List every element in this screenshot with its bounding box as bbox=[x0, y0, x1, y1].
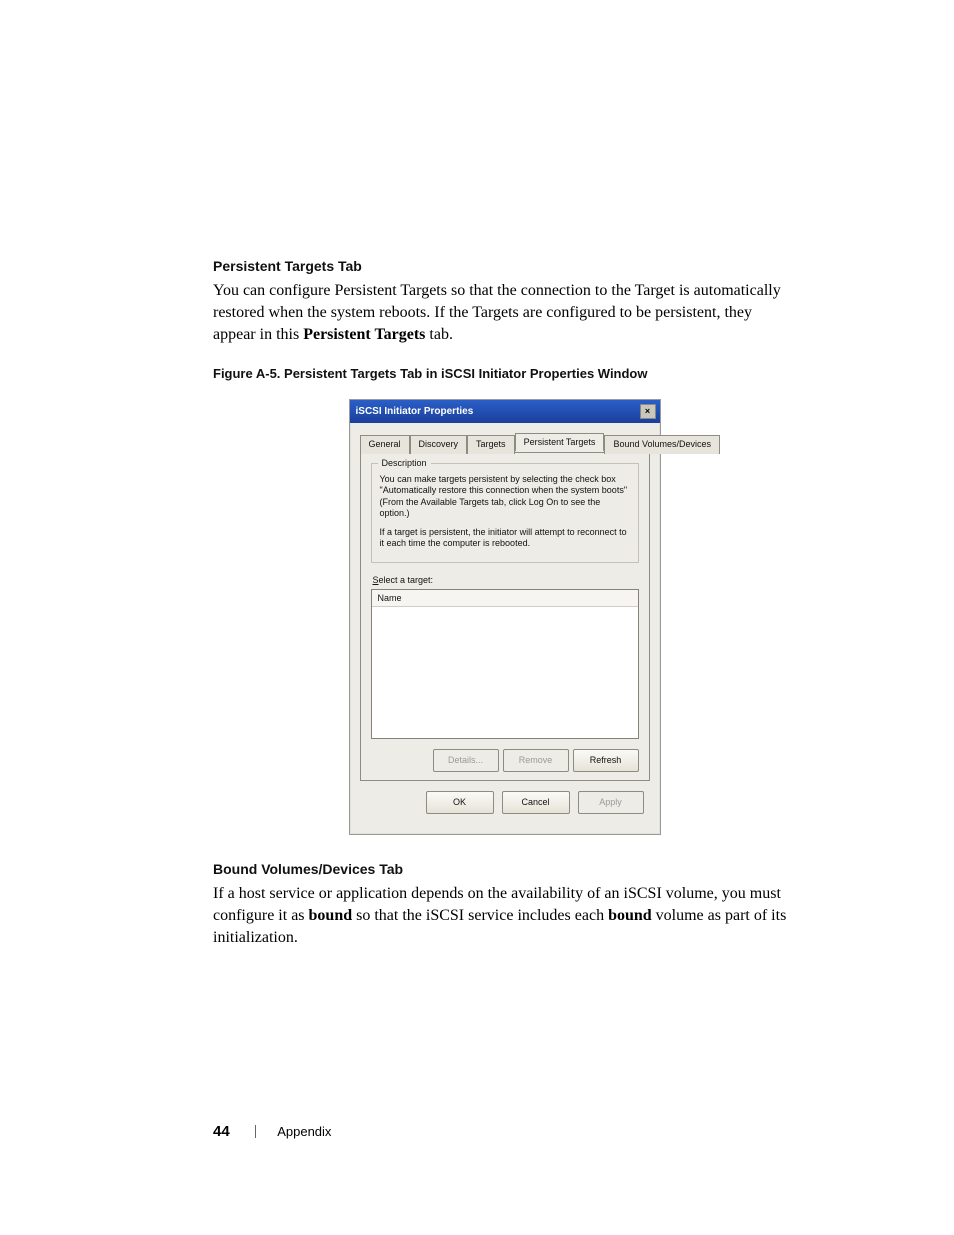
description-paragraph-2: If a target is persistent, the initiator… bbox=[380, 527, 630, 550]
bound-para-bold-2: bound bbox=[608, 907, 652, 924]
persistent-targets-heading: Persistent Targets Tab bbox=[213, 258, 796, 274]
list-action-buttons: Details... Remove Refresh bbox=[371, 749, 639, 772]
dialog-title-text: iSCSI Initiator Properties bbox=[356, 406, 474, 417]
tab-discovery[interactable]: Discovery bbox=[410, 435, 468, 454]
bound-para-mid: so that the iSCSI service includes each bbox=[352, 907, 608, 924]
description-legend: Description bbox=[378, 458, 431, 468]
figure-caption: Figure A-5. Persistent Targets Tab in iS… bbox=[213, 366, 796, 381]
tab-persistent-targets[interactable]: Persistent Targets bbox=[515, 433, 605, 452]
persistent-para-post: tab. bbox=[425, 326, 453, 343]
description-paragraph-1: You can make targets persistent by selec… bbox=[380, 474, 630, 519]
bound-volumes-paragraph: If a host service or application depends… bbox=[213, 883, 796, 949]
bound-volumes-heading: Bound Volumes/Devices Tab bbox=[213, 861, 796, 877]
footer-section: Appendix bbox=[277, 1124, 331, 1139]
bound-para-bold-1: bound bbox=[309, 907, 353, 924]
dialog-bottom-buttons: OK Cancel Apply bbox=[360, 781, 650, 824]
dialog-body: General Discovery Targets Persistent Tar… bbox=[350, 423, 660, 834]
footer-separator bbox=[255, 1125, 256, 1138]
select-target-label: Select a target: bbox=[373, 575, 639, 585]
apply-button: Apply bbox=[578, 791, 644, 814]
page: Persistent Targets Tab You can configure… bbox=[0, 0, 954, 1235]
ok-button[interactable]: OK bbox=[426, 791, 494, 814]
tab-bound-volumes[interactable]: Bound Volumes/Devices bbox=[604, 435, 720, 454]
dialog-tabs: General Discovery Targets Persistent Tar… bbox=[360, 433, 650, 452]
persistent-targets-paragraph: You can configure Persistent Targets so … bbox=[213, 280, 796, 346]
cancel-button[interactable]: Cancel bbox=[502, 791, 570, 814]
select-target-rest: elect a target: bbox=[379, 575, 434, 585]
tab-general[interactable]: General bbox=[360, 435, 410, 454]
dialog-titlebar: iSCSI Initiator Properties × bbox=[350, 400, 660, 423]
persistent-para-bold: Persistent Targets bbox=[303, 326, 425, 343]
remove-button: Remove bbox=[503, 749, 569, 772]
tab-panel-persistent: Description You can make targets persist… bbox=[360, 452, 650, 781]
close-icon[interactable]: × bbox=[640, 404, 656, 419]
persistent-para-pre: You can configure Persistent Targets so … bbox=[213, 282, 781, 343]
details-button: Details... bbox=[433, 749, 499, 772]
page-footer: 44 Appendix bbox=[213, 1123, 331, 1140]
description-groupbox: Description You can make targets persist… bbox=[371, 463, 639, 563]
page-number: 44 bbox=[213, 1123, 230, 1140]
refresh-button[interactable]: Refresh bbox=[573, 749, 639, 772]
tab-targets[interactable]: Targets bbox=[467, 435, 515, 454]
iscsi-properties-dialog: iSCSI Initiator Properties × General Dis… bbox=[349, 399, 661, 835]
target-listbox[interactable]: Name bbox=[371, 589, 639, 739]
list-column-name: Name bbox=[372, 590, 638, 607]
